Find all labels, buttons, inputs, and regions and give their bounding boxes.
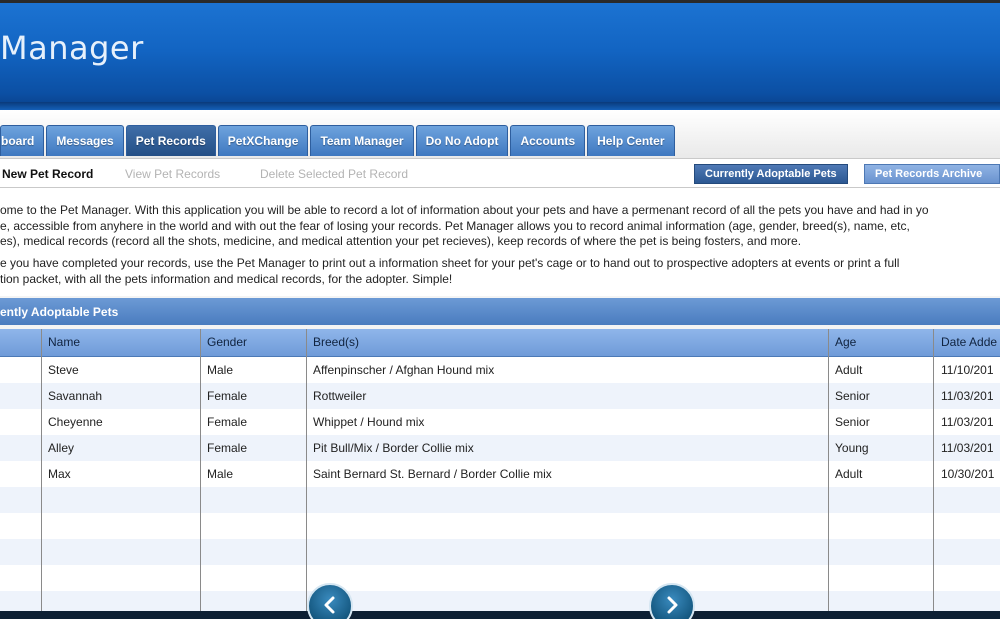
cell-gender: Female [207,415,248,429]
new-pet-record-button[interactable]: New Pet Record [2,167,93,181]
column-divider[interactable] [41,329,42,611]
cell-gender: Female [207,389,248,403]
empty-table-row [0,487,1000,513]
empty-table-row [0,539,1000,565]
table-row[interactable]: Max Male Saint Bernard St. Bernard / Bor… [0,461,1000,487]
column-header-gender[interactable]: Gender [207,335,247,349]
pets-table: Name Gender Breed(s) Age Date Adde Steve… [0,329,1000,611]
cell-breed: Affenpinscher / Afghan Hound mix [313,363,495,377]
table-header: Name Gender Breed(s) Age Date Adde [0,329,1000,357]
intro-line: ome to the Pet Manager. With this applic… [0,203,929,217]
cell-age: Senior [835,389,870,403]
column-divider[interactable] [200,329,201,611]
cell-breed: Rottweiler [313,389,367,403]
column-header-date-added[interactable]: Date Adde [941,335,997,349]
tab-messages[interactable]: Messages [46,125,124,156]
chevron-left-icon [324,596,335,614]
intro-line: es), medical records (record all the sho… [0,234,802,249]
cell-date-added: 11/03/201 [941,415,994,429]
currently-adoptable-pets-button[interactable]: Currently Adoptable Pets [694,164,848,184]
intro-line: e you have completed your records, use t… [0,256,900,270]
view-pet-records-button[interactable]: View Pet Records [125,167,220,181]
column-header-age[interactable]: Age [835,335,856,349]
cell-gender: Male [207,467,234,481]
cell-name: Steve [48,363,79,377]
pet-manager-app: Manager board Messages Pet Records PetXC… [0,0,1000,619]
cell-breed: Whippet / Hound mix [313,415,425,429]
app-header: Manager [0,0,1000,110]
cell-name: Max [48,467,71,481]
intro-text: ome to the Pet Manager. With this applic… [0,188,1000,296]
table-row[interactable]: Alley Female Pit Bull/Mix / Border Colli… [0,435,1000,461]
table-row[interactable]: Steve Male Affenpinscher / Afghan Hound … [0,357,1000,383]
tab-team-manager[interactable]: Team Manager [310,125,414,156]
cell-date-added: 10/30/201 [941,467,995,481]
cell-age: Young [835,441,869,455]
column-divider[interactable] [933,329,934,611]
column-divider[interactable] [828,329,829,611]
bottom-edge [0,611,1000,619]
tab-accounts[interactable]: Accounts [510,125,586,156]
cell-gender: Male [207,363,234,377]
cell-age: Adult [835,467,863,481]
column-header-name[interactable]: Name [48,335,80,349]
cell-breed: Pit Bull/Mix / Border Collie mix [313,441,474,455]
column-divider[interactable] [306,329,307,611]
cell-age: Adult [835,363,863,377]
cell-date-added: 11/03/201 [941,441,994,455]
intro-line: tion packet, with all the pets informati… [0,271,453,286]
records-toolbar: New Pet Record View Pet Records Delete S… [0,158,1000,188]
cell-name: Savannah [48,389,103,403]
tab-pet-records[interactable]: Pet Records [125,125,216,156]
chevron-right-icon [667,596,678,614]
adoptable-pets-section-header: ently Adoptable Pets [0,298,1000,325]
cell-name: Cheyenne [48,415,103,429]
pet-records-archive-button[interactable]: Pet Records Archive [864,164,1000,184]
table-row[interactable]: Savannah Female Rottweiler Senior 11/03/… [0,383,1000,409]
section-title: ently Adoptable Pets [0,305,119,319]
app-title: Manager [0,29,144,67]
empty-table-row [0,591,1000,611]
tab-petxchange[interactable]: PetXChange [217,125,309,156]
delete-selected-record-button[interactable]: Delete Selected Pet Record [260,167,408,181]
empty-table-row [0,513,1000,539]
main-tabs: board Messages Pet Records PetXChange Te… [0,125,677,158]
cell-breed: Saint Bernard St. Bernard / Border Colli… [313,467,552,481]
tab-help-center[interactable]: Help Center [587,125,675,156]
cell-gender: Female [207,441,248,455]
table-row[interactable]: Cheyenne Female Whippet / Hound mix Seni… [0,409,1000,435]
intro-line: e, accessible from anyhere in the world … [0,218,910,233]
column-header-breed[interactable]: Breed(s) [313,335,359,349]
empty-table-row [0,565,1000,591]
cell-date-added: 11/03/201 [941,389,994,403]
tab-do-no-adopt[interactable]: Do No Adopt [415,125,509,156]
tab-dashboard[interactable]: board [0,125,45,156]
cell-date-added: 11/10/201 [941,363,994,377]
header-stripe [0,102,1000,110]
cell-name: Alley [48,441,75,455]
cell-age: Senior [835,415,870,429]
